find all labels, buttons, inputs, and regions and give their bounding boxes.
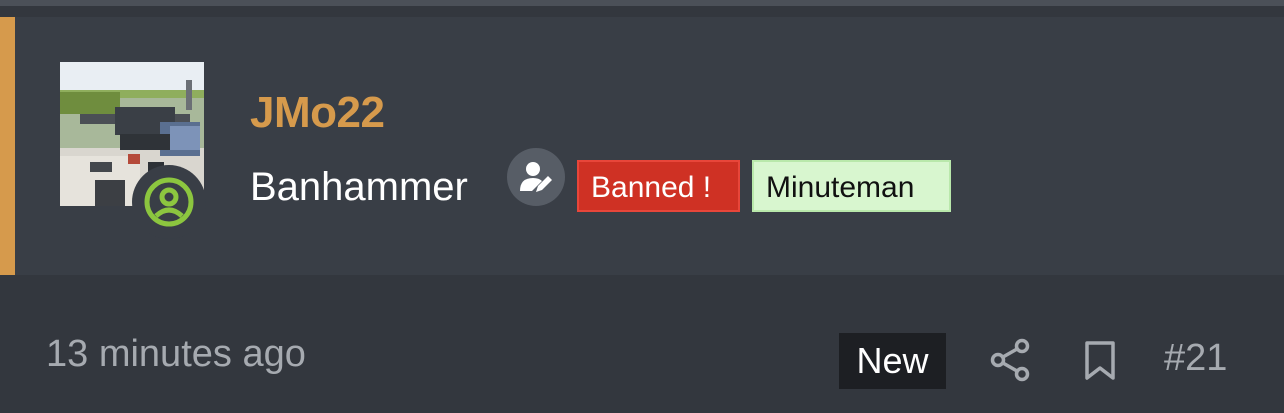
bookmark-button[interactable] [1082, 340, 1118, 382]
accent-bar [0, 17, 15, 275]
online-user-icon [144, 177, 194, 227]
top-divider [0, 0, 1284, 6]
user-title: Banhammer [250, 165, 468, 209]
username-link[interactable]: JMo22 [250, 87, 385, 139]
banner-banned: Banned ! [577, 160, 740, 212]
online-indicator [132, 165, 206, 239]
share-icon [990, 338, 1030, 382]
banner-minuteman: Minuteman [752, 160, 951, 212]
post-author-header: JMo22 Banhammer Banned ! Minuteman [0, 17, 1284, 275]
bookmark-icon [1085, 341, 1115, 380]
staff-badge [507, 148, 565, 206]
new-badge: New [839, 333, 946, 389]
share-button[interactable] [990, 338, 1032, 382]
post-number-link[interactable]: #21 [1164, 336, 1227, 380]
post-timestamp[interactable]: 13 minutes ago [46, 332, 306, 376]
staff-edit-icon [520, 162, 552, 192]
